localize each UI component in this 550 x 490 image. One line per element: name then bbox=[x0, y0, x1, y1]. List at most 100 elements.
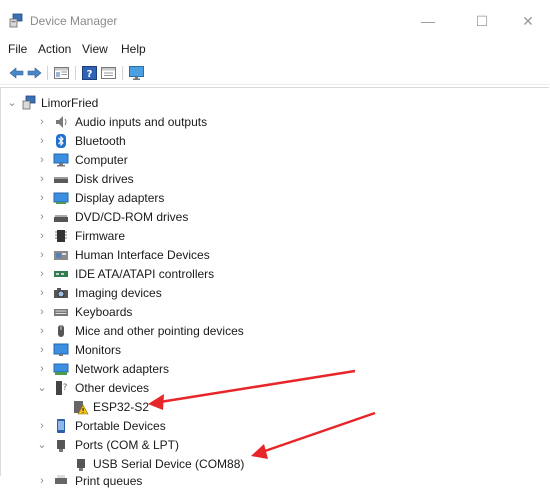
tree-item-label: Print queues bbox=[75, 474, 143, 488]
ide-controller-icon bbox=[54, 271, 68, 277]
toolbar-separator bbox=[75, 66, 76, 80]
tree-item-label: Human Interface Devices bbox=[75, 248, 210, 262]
tree-item-bluetooth[interactable]: › Bluetooth bbox=[1, 132, 541, 150]
tree-item-keyboards[interactable]: › Keyboards bbox=[1, 303, 541, 321]
chevron-right-icon[interactable]: › bbox=[35, 342, 49, 358]
tree-item-disk-drives[interactable]: › Disk drives bbox=[1, 170, 541, 188]
network-adapter-icon bbox=[53, 363, 69, 375]
maximize-button[interactable]: ☐ bbox=[464, 8, 500, 34]
chevron-right-icon[interactable]: › bbox=[35, 323, 49, 339]
chevron-right-icon[interactable]: › bbox=[35, 133, 49, 149]
chevron-right-icon[interactable]: › bbox=[35, 473, 49, 489]
menu-help[interactable]: Help bbox=[121, 42, 146, 56]
device-tree[interactable]: ⌄ LimorFried › Audio inputs and outputs … bbox=[0, 87, 549, 488]
tree-item-label: ESP32-S2 bbox=[93, 400, 150, 414]
svg-text:?: ? bbox=[63, 383, 68, 393]
camera-icon bbox=[54, 288, 68, 298]
chevron-right-icon[interactable]: › bbox=[35, 228, 49, 244]
bluetooth-icon bbox=[56, 134, 66, 148]
chevron-right-icon[interactable]: › bbox=[35, 285, 49, 301]
chevron-right-icon[interactable]: › bbox=[35, 361, 49, 377]
properties-icon[interactable] bbox=[100, 65, 117, 81]
tree-item-firmware[interactable]: › Firmware bbox=[1, 227, 541, 245]
tree-root[interactable]: ⌄ LimorFried bbox=[1, 94, 541, 112]
hid-icon bbox=[54, 251, 68, 260]
mouse-icon bbox=[58, 325, 64, 337]
close-button[interactable]: ✕ bbox=[510, 8, 546, 34]
chevron-down-icon[interactable]: ⌄ bbox=[5, 95, 19, 111]
tree-item-computer[interactable]: › Computer bbox=[1, 151, 541, 169]
tree-item-label: Disk drives bbox=[75, 172, 134, 186]
warning-device-icon bbox=[74, 401, 89, 415]
minimize-button[interactable]: — bbox=[410, 8, 446, 34]
tree-item-label: Mice and other pointing devices bbox=[75, 324, 244, 338]
tree-item-label: Computer bbox=[75, 153, 128, 167]
keyboard-icon bbox=[54, 309, 68, 316]
chevron-down-icon[interactable]: ⌄ bbox=[35, 380, 49, 396]
menu-file[interactable]: File bbox=[8, 42, 27, 56]
menu-bar: File Action View Help bbox=[0, 38, 550, 60]
chevron-right-icon[interactable]: › bbox=[35, 247, 49, 263]
chevron-right-icon[interactable]: › bbox=[35, 304, 49, 320]
tree-item-label: DVD/CD-ROM drives bbox=[75, 210, 189, 224]
menu-action[interactable]: Action bbox=[38, 42, 71, 56]
tree-item-network-adapters[interactable]: › Network adapters bbox=[1, 360, 541, 378]
tree-item-hid[interactable]: › Human Interface Devices bbox=[1, 246, 541, 264]
chevron-right-icon[interactable]: › bbox=[35, 152, 49, 168]
computer-icon bbox=[53, 153, 69, 167]
tree-item-mice[interactable]: › Mice and other pointing devices bbox=[1, 322, 541, 340]
tree-item-label: Network adapters bbox=[75, 362, 170, 376]
show-hide-tree-icon[interactable] bbox=[53, 65, 70, 81]
menu-view[interactable]: View bbox=[82, 42, 108, 56]
tree-item-ide-controllers[interactable]: › IDE ATA/ATAPI controllers bbox=[1, 265, 541, 283]
tree-item-label: Firmware bbox=[75, 229, 125, 243]
tree-item-other-devices[interactable]: ⌄ ? Other devices bbox=[1, 379, 541, 397]
disk-drive-icon bbox=[54, 177, 68, 183]
chevron-down-icon[interactable]: ⌄ bbox=[35, 437, 49, 453]
tree-item-label: IDE ATA/ATAPI controllers bbox=[75, 267, 215, 281]
toolbar-separator bbox=[47, 66, 48, 80]
port-icon bbox=[57, 440, 65, 452]
printer-icon bbox=[55, 475, 67, 484]
tree-item-portable-devices[interactable]: › Portable Devices bbox=[1, 417, 541, 435]
toolbar: ? bbox=[0, 62, 550, 85]
forward-icon[interactable] bbox=[26, 65, 43, 81]
toolbar-separator bbox=[122, 66, 123, 80]
tree-item-label: Imaging devices bbox=[75, 286, 162, 300]
window-title: Device Manager bbox=[30, 14, 118, 28]
chevron-right-icon[interactable]: › bbox=[35, 266, 49, 282]
dvd-drive-icon bbox=[54, 215, 68, 222]
display-adapter-icon bbox=[53, 192, 69, 204]
chevron-right-icon[interactable]: › bbox=[35, 418, 49, 434]
tree-item-label: Other devices bbox=[75, 381, 150, 395]
tree-item-label: Display adapters bbox=[75, 191, 165, 205]
monitor-icon bbox=[53, 343, 69, 356]
chevron-right-icon[interactable]: › bbox=[35, 114, 49, 130]
tree-item-display-adapters[interactable]: › Display adapters bbox=[1, 189, 541, 207]
chevron-right-icon[interactable]: › bbox=[35, 171, 49, 187]
tree-item-ports[interactable]: ⌄ Ports (COM & LPT) bbox=[1, 436, 541, 454]
chevron-right-icon[interactable]: › bbox=[35, 190, 49, 206]
tree-item-dvd-drives[interactable]: › DVD/CD-ROM drives bbox=[1, 208, 541, 226]
firmware-icon bbox=[55, 230, 67, 242]
computer-root-icon bbox=[22, 95, 36, 110]
tree-item-label: Portable Devices bbox=[75, 419, 166, 433]
tree-item-label: Bluetooth bbox=[75, 134, 126, 148]
monitor-icon[interactable] bbox=[128, 65, 145, 81]
tree-item-label: USB Serial Device (COM88) bbox=[93, 457, 245, 471]
device-manager-icon bbox=[9, 13, 23, 28]
tree-item-monitors[interactable]: › Monitors bbox=[1, 341, 541, 359]
tree-item-label: Keyboards bbox=[75, 305, 133, 319]
tree-item-usb-serial-device[interactable]: USB Serial Device (COM88) bbox=[1, 455, 541, 473]
chevron-right-icon[interactable]: › bbox=[35, 209, 49, 225]
title-bar: Device Manager — ☐ ✕ bbox=[0, 0, 550, 38]
help-icon[interactable]: ? bbox=[81, 65, 98, 81]
tree-item-audio[interactable]: › Audio inputs and outputs bbox=[1, 113, 541, 131]
tree-item-esp32-s2[interactable]: ESP32-S2 bbox=[1, 398, 541, 416]
tree-item-label: Ports (COM & LPT) bbox=[75, 438, 180, 452]
tree-item-imaging-devices[interactable]: › Imaging devices bbox=[1, 284, 541, 302]
tree-item-label: Audio inputs and outputs bbox=[75, 115, 208, 129]
svg-text:?: ? bbox=[87, 69, 93, 80]
usb-serial-icon bbox=[77, 459, 85, 471]
back-icon[interactable] bbox=[8, 65, 25, 81]
